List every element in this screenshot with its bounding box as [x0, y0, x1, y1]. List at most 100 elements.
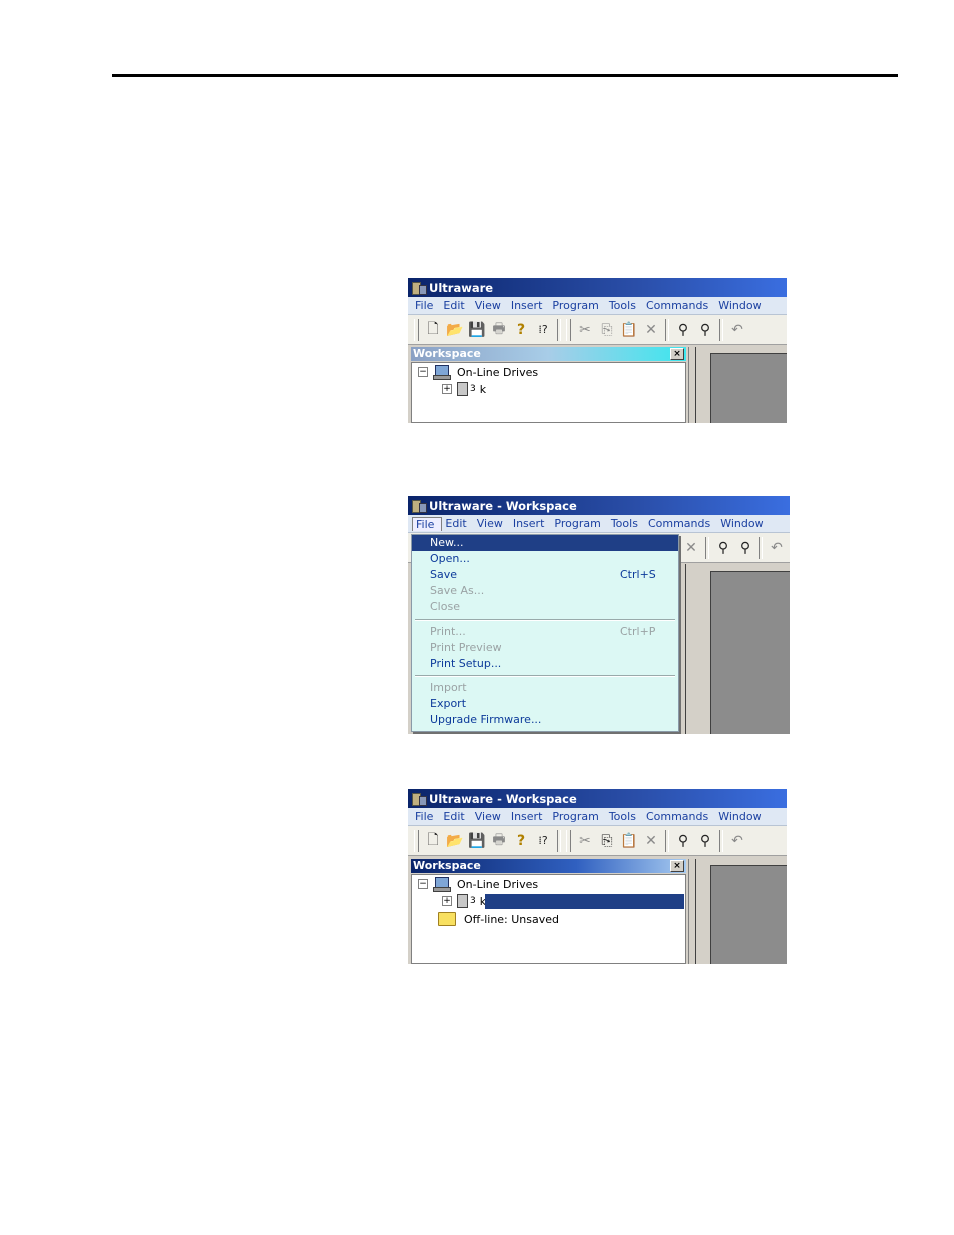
- tree-item-online-drives[interactable]: − On-Line Drives: [418, 876, 538, 892]
- copy-icon[interactable]: ⎘: [596, 319, 618, 341]
- delete-icon[interactable]: ✕: [640, 319, 662, 341]
- tree-item-online-drives[interactable]: − On-Line Drives: [418, 364, 538, 380]
- menu-tools[interactable]: Tools: [606, 810, 643, 823]
- menu-insert[interactable]: Insert: [510, 517, 552, 530]
- menu-bar: File Edit View Insert Program Tools Comm…: [408, 515, 790, 533]
- help-icon[interactable]: ?: [510, 830, 532, 852]
- menu-file[interactable]: File: [412, 299, 440, 312]
- delete-icon[interactable]: ✕: [640, 830, 662, 852]
- menu-view[interactable]: View: [472, 810, 508, 823]
- window-titlebar[interactable]: Ultraware - Workspace: [408, 496, 790, 515]
- save-icon[interactable]: 💾: [466, 830, 488, 852]
- menu-item-open[interactable]: Open...: [412, 551, 678, 567]
- app-icon: [412, 281, 427, 295]
- menu-view[interactable]: View: [474, 517, 510, 530]
- menu-tools[interactable]: Tools: [606, 299, 643, 312]
- workspace-tree[interactable]: − On-Line Drives + 3 k: [411, 362, 686, 423]
- paste-icon[interactable]: 📋: [618, 319, 640, 341]
- print-icon[interactable]: 🖶: [488, 830, 510, 852]
- toolbar-grip[interactable]: [566, 318, 571, 341]
- menu-edit[interactable]: Edit: [440, 810, 471, 823]
- computer-icon: [433, 365, 451, 380]
- menu-item-upgrade-firmware[interactable]: Upgrade Firmware...: [412, 712, 678, 728]
- whats-this-icon[interactable]: ⁞?: [532, 319, 554, 341]
- menu-separator: [415, 675, 675, 677]
- menu-window[interactable]: Window: [715, 299, 768, 312]
- cut-icon[interactable]: ✂: [574, 319, 596, 341]
- workspace-tree[interactable]: − On-Line Drives + 3 k Off-line: Unsaved: [411, 874, 686, 964]
- menu-program[interactable]: Program: [551, 517, 607, 530]
- folder-icon: [438, 912, 456, 926]
- menu-file[interactable]: File: [412, 810, 440, 823]
- menu-item-new[interactable]: New...: [412, 535, 678, 551]
- menu-edit[interactable]: Edit: [440, 299, 471, 312]
- open-icon[interactable]: 📂: [444, 319, 466, 341]
- close-icon[interactable]: ×: [670, 860, 684, 872]
- menu-commands[interactable]: Commands: [645, 517, 717, 530]
- find-icon[interactable]: ⚲: [672, 830, 694, 852]
- new-icon[interactable]: 🗋: [422, 830, 444, 852]
- collapse-icon[interactable]: −: [418, 879, 428, 889]
- find-next-icon[interactable]: ⚲: [694, 830, 716, 852]
- menu-separator: [415, 619, 675, 621]
- window-titlebar[interactable]: Ultraware - Workspace: [408, 789, 787, 808]
- open-icon[interactable]: 📂: [444, 830, 466, 852]
- find-next-icon[interactable]: ⚲: [694, 319, 716, 341]
- menu-commands[interactable]: Commands: [643, 810, 715, 823]
- menu-view[interactable]: View: [472, 299, 508, 312]
- menu-commands[interactable]: Commands: [643, 299, 715, 312]
- undo-icon[interactable]: ↶: [726, 830, 748, 852]
- help-icon[interactable]: ?: [510, 319, 532, 341]
- expand-icon[interactable]: +: [442, 896, 452, 906]
- tree-selection-highlight[interactable]: [485, 894, 684, 909]
- pane-splitter[interactable]: [688, 859, 696, 964]
- toolbar-separator: [719, 318, 723, 341]
- workspace-title[interactable]: Workspace ×: [411, 859, 686, 873]
- menu-window[interactable]: Window: [715, 810, 768, 823]
- menu-item-save-as: Save As...: [430, 584, 485, 597]
- shortcut-label: Ctrl+P: [620, 625, 656, 638]
- menu-insert[interactable]: Insert: [508, 299, 550, 312]
- undo-icon[interactable]: ↶: [766, 537, 788, 559]
- copy-icon[interactable]: ⎘: [596, 830, 618, 852]
- menu-tools[interactable]: Tools: [608, 517, 645, 530]
- tree-item-drive[interactable]: + 3 k: [442, 893, 486, 909]
- workspace-title[interactable]: Workspace ×: [411, 347, 686, 361]
- close-icon[interactable]: ×: [670, 348, 684, 360]
- toolbar-grip[interactable]: [566, 829, 571, 852]
- cut-icon[interactable]: ✂: [574, 830, 596, 852]
- window-titlebar[interactable]: Ultraware: [408, 278, 787, 297]
- whats-this-icon[interactable]: ⁞?: [532, 830, 554, 852]
- find-icon[interactable]: ⚲: [672, 319, 694, 341]
- find-next-icon[interactable]: ⚲: [734, 537, 756, 559]
- menu-insert[interactable]: Insert: [508, 810, 550, 823]
- menu-item-export[interactable]: Export: [412, 696, 678, 712]
- tree-label: On-Line Drives: [457, 365, 539, 379]
- menu-item-save[interactable]: Save Ctrl+S: [412, 567, 678, 583]
- pane-splitter[interactable]: [678, 564, 686, 734]
- menu-edit[interactable]: Edit: [442, 517, 473, 530]
- expand-icon[interactable]: +: [442, 384, 452, 394]
- toolbar-grip[interactable]: [414, 318, 419, 341]
- pane-splitter[interactable]: [688, 347, 696, 423]
- menu-item-print-setup[interactable]: Print Setup...: [412, 656, 678, 672]
- menu-file[interactable]: File: [412, 516, 443, 531]
- collapse-icon[interactable]: −: [418, 367, 428, 377]
- menu-program[interactable]: Program: [549, 299, 605, 312]
- toolbar-grip[interactable]: [414, 829, 419, 852]
- tree-item-drive[interactable]: + 3 k: [442, 381, 486, 397]
- menu-program[interactable]: Program: [549, 810, 605, 823]
- print-icon[interactable]: 🖶: [488, 319, 510, 341]
- tree-label: On-Line Drives: [457, 877, 539, 891]
- tree-item-offline-unsaved[interactable]: Off-line: Unsaved: [438, 911, 559, 927]
- toolbar: 🗋 📂 💾 🖶 ? ⁞? ✂ ⎘ 📋 ✕ ⚲ ⚲ ↶: [408, 315, 787, 345]
- toolbar-separator: [705, 536, 709, 559]
- find-icon[interactable]: ⚲: [712, 537, 734, 559]
- menu-window[interactable]: Window: [717, 517, 770, 530]
- tree-label: k: [479, 382, 487, 396]
- delete-icon[interactable]: ✕: [680, 537, 702, 559]
- new-icon[interactable]: 🗋: [422, 319, 444, 341]
- paste-icon[interactable]: 📋: [618, 830, 640, 852]
- undo-icon[interactable]: ↶: [726, 319, 748, 341]
- save-icon[interactable]: 💾: [466, 319, 488, 341]
